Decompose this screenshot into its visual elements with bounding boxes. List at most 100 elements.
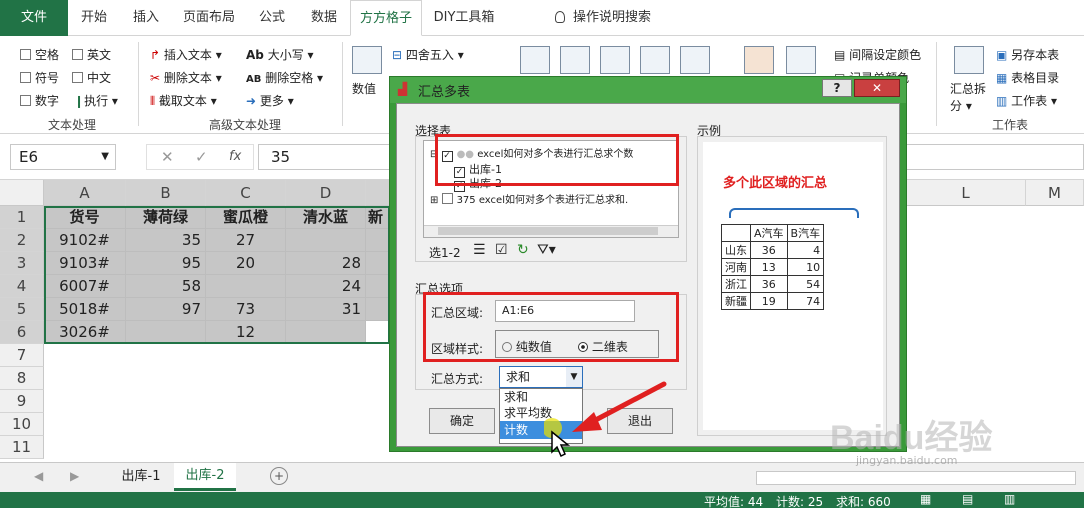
checkbox-space[interactable]: 空格	[20, 46, 59, 63]
ok-button[interactable]: 确定	[429, 408, 495, 434]
tool-icon-2[interactable]	[560, 46, 590, 74]
table-cell[interactable]	[366, 229, 390, 252]
table-cell[interactable]: 27	[206, 229, 286, 252]
select-all-corner[interactable]	[0, 180, 44, 206]
checkbox-symbol[interactable]: 符号	[20, 69, 59, 86]
tell-me-search[interactable]: 操作说明搜索	[548, 0, 658, 36]
row-header[interactable]: 8	[0, 367, 44, 390]
row-header[interactable]: 5	[0, 298, 44, 321]
numeric-button[interactable]: 数值	[352, 80, 376, 97]
dialog-titlebar[interactable]: ▟ 汇总多表 ? ✕	[390, 77, 906, 103]
round-button[interactable]: ⊟ 四舍五入 ▾	[392, 46, 464, 63]
table-cell[interactable]	[366, 252, 390, 275]
refresh-icon[interactable]: ↻	[517, 242, 529, 258]
table-cell[interactable]: 6007#	[44, 275, 126, 298]
column-header-m[interactable]: M	[1026, 180, 1084, 206]
active-cell-e6[interactable]	[366, 321, 390, 344]
table-cell[interactable]	[366, 298, 390, 321]
tab-diy[interactable]: DIY工具箱	[428, 0, 500, 36]
check-all-icon[interactable]: ☑	[495, 242, 508, 258]
table-cell[interactable]: 95	[126, 252, 206, 275]
column-header-a[interactable]: A	[44, 180, 126, 206]
cut-text-button[interactable]: ⫴ 截取文本 ▾	[150, 92, 217, 109]
name-box[interactable]: E6 ▼	[10, 144, 116, 170]
insert-text-button[interactable]: ↱ 插入文本 ▾	[150, 46, 222, 63]
column-header-d[interactable]: D	[286, 180, 366, 206]
sheet-tab-2[interactable]: 出库-2	[174, 463, 236, 491]
table-cell[interactable]	[206, 275, 286, 298]
tab-ffgz[interactable]: 方方格子	[350, 0, 422, 36]
table-cell[interactable]: 35	[126, 229, 206, 252]
table-cell[interactable]: 9103#	[44, 252, 126, 275]
tab-data[interactable]: 数据	[304, 0, 344, 36]
confirm-icon[interactable]: ✓	[195, 145, 208, 169]
table-header-cell[interactable]: 清水蓝	[286, 206, 366, 229]
tab-formulas[interactable]: 公式	[252, 0, 292, 36]
table-cell[interactable]: 58	[126, 275, 206, 298]
table-header-cell[interactable]: 货号	[44, 206, 126, 229]
save-table-button[interactable]: ▣ 另存本表	[996, 46, 1059, 63]
table-cell[interactable]	[126, 321, 206, 344]
tab-insert[interactable]: 插入	[126, 0, 166, 36]
table-header-cell[interactable]: 新	[366, 206, 390, 229]
tab-home[interactable]: 开始	[74, 0, 114, 36]
sheet-tab-1[interactable]: 出库-1	[110, 463, 172, 491]
table-header-cell[interactable]: 蜜瓜橙	[206, 206, 286, 229]
chart-icon[interactable]	[744, 46, 774, 74]
tree-scrollbar[interactable]	[424, 225, 678, 237]
more-button[interactable]: ➜ 更多 ▾	[246, 92, 294, 109]
delete-text-button[interactable]: ✂ 删除文本 ▾	[150, 69, 222, 86]
column-header-b[interactable]: B	[126, 180, 206, 206]
row-header[interactable]: 6	[0, 321, 44, 344]
tree-item-other[interactable]: ⊞ 375 excel如何对多个表进行汇总求和.	[430, 191, 628, 206]
table-cell[interactable]: 73	[206, 298, 286, 321]
table-cell[interactable]	[286, 229, 366, 252]
table-cell[interactable]: 5018#	[44, 298, 126, 321]
column-header-c[interactable]: C	[206, 180, 286, 206]
filter-icon[interactable]: ⛛▾	[537, 242, 556, 258]
execute-button[interactable]: ❙执行 ▾	[74, 92, 118, 109]
row-header[interactable]: 2	[0, 229, 44, 252]
cancel-icon[interactable]: ✕	[161, 145, 174, 169]
table-cell[interactable]: 28	[286, 252, 366, 275]
tool-icon-4[interactable]	[640, 46, 670, 74]
next-sheet-icon[interactable]: ▶	[70, 469, 79, 483]
row-header[interactable]: 11	[0, 436, 44, 459]
help-button[interactable]: ?	[822, 79, 852, 97]
row-header[interactable]: 1	[0, 206, 44, 229]
sheet-button[interactable]: ▥ 工作表 ▾	[996, 92, 1057, 109]
table-cell[interactable]: 24	[286, 275, 366, 298]
table-header-cell[interactable]: 薄荷绿	[126, 206, 206, 229]
page-break-icon[interactable]: ▥	[1004, 492, 1015, 506]
column-header-l[interactable]: L	[906, 180, 1026, 206]
case-button[interactable]: Ab 大小写 ▾	[246, 46, 314, 63]
tool-icon-1[interactable]	[520, 46, 550, 74]
checkbox-english[interactable]: 英文	[72, 46, 111, 63]
checkbox-number[interactable]: 数字	[20, 92, 59, 109]
table-dir-button[interactable]: ▦ 表格目录	[996, 69, 1059, 86]
row-header[interactable]: 10	[0, 413, 44, 436]
tab-page-layout[interactable]: 页面布局	[178, 0, 240, 36]
table-cell[interactable]: 97	[126, 298, 206, 321]
table-cell[interactable]: 3026#	[44, 321, 126, 344]
interval-color-button[interactable]: ▤ 间隔设定颜色	[834, 46, 921, 63]
row-header[interactable]: 9	[0, 390, 44, 413]
row-header[interactable]: 4	[0, 275, 44, 298]
sort-az-icon[interactable]	[786, 46, 816, 74]
horizontal-scrollbar[interactable]	[756, 471, 1076, 485]
close-button[interactable]: ✕	[854, 79, 900, 97]
checkbox-chinese[interactable]: 中文	[72, 69, 111, 86]
table-cell[interactable]: 20	[206, 252, 286, 275]
table-cell[interactable]	[286, 321, 366, 344]
row-header[interactable]: 3	[0, 252, 44, 275]
normal-view-icon[interactable]: ▦	[920, 492, 931, 506]
add-sheet-icon[interactable]: +	[270, 467, 288, 485]
table-cell[interactable]: 9102#	[44, 229, 126, 252]
column-header-e[interactable]	[366, 180, 390, 206]
delete-space-button[interactable]: AB 删除空格 ▾	[246, 69, 323, 86]
list-icon[interactable]: ☰	[473, 242, 486, 258]
summary-split-button[interactable]: 汇总拆分 ▾	[950, 80, 990, 114]
prev-sheet-icon[interactable]: ◀	[34, 469, 43, 483]
tool-icon-3[interactable]	[600, 46, 630, 74]
table-cell[interactable]: 12	[206, 321, 286, 344]
